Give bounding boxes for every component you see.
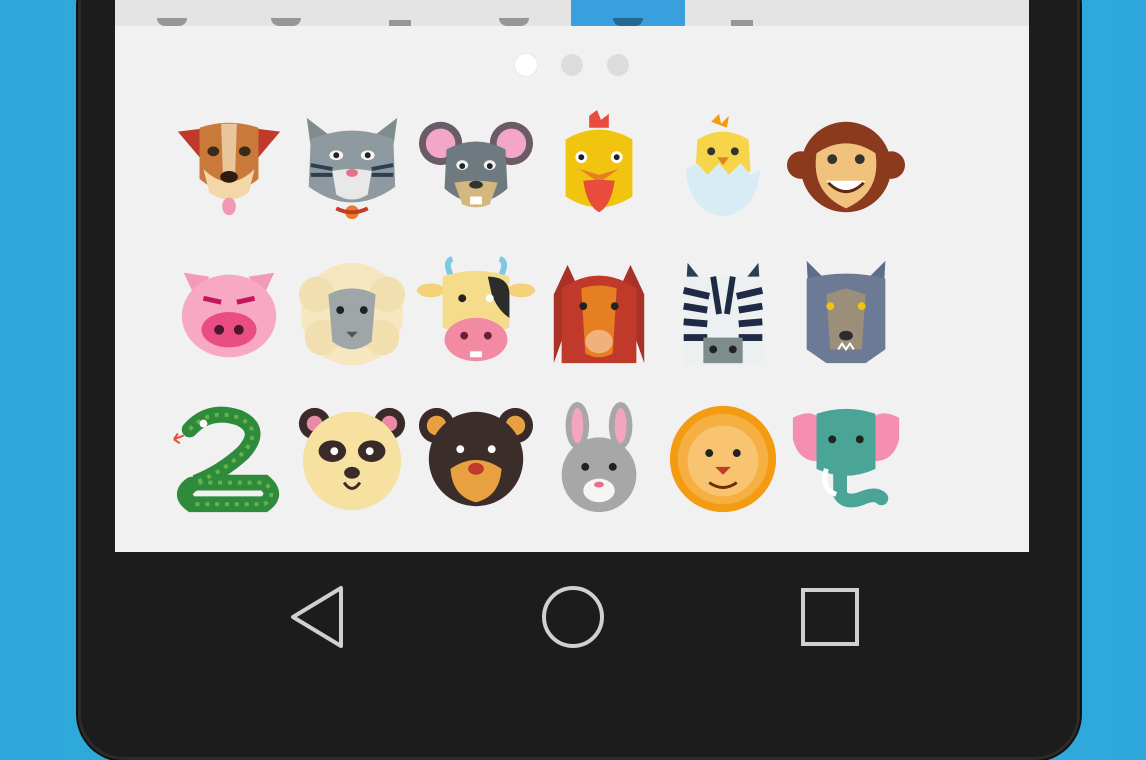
keyboard-screen — [115, 0, 1029, 552]
system-nav-bar — [0, 552, 1146, 716]
sticker-monkey[interactable] — [785, 96, 909, 241]
sticker-chick[interactable] — [661, 96, 785, 241]
sticker-elephant[interactable] — [785, 386, 909, 531]
dog-icon — [177, 122, 280, 215]
sticker-mouse[interactable] — [414, 96, 538, 241]
rabbit-icon — [561, 401, 637, 512]
page-dot-3[interactable] — [607, 54, 629, 76]
object-icon — [389, 20, 411, 26]
tab-misc[interactable] — [799, 0, 913, 26]
wolf-icon — [806, 260, 886, 363]
cow-icon — [416, 255, 535, 361]
sticker-grid — [167, 96, 979, 531]
panda-icon — [299, 407, 406, 510]
lion-icon — [669, 405, 776, 512]
sticker-rabbit[interactable] — [538, 386, 662, 531]
sticker-panda[interactable] — [291, 386, 415, 531]
tab-symbols[interactable] — [685, 0, 799, 26]
sticker-snake[interactable] — [167, 386, 291, 531]
zebra-icon — [682, 262, 763, 365]
back-triangle-icon — [291, 586, 343, 648]
recents-square-icon — [801, 588, 859, 646]
page-dot-2[interactable] — [561, 54, 583, 76]
sheep-icon — [299, 262, 406, 365]
cat-icon — [307, 117, 398, 219]
recent-icon — [157, 18, 187, 26]
snake-icon — [172, 406, 279, 512]
emoji-icon — [271, 18, 301, 26]
sticker-cat[interactable] — [291, 96, 415, 241]
sticker-sheep[interactable] — [291, 241, 415, 386]
tab-animals[interactable] — [571, 0, 685, 26]
bear-icon — [418, 407, 533, 506]
sticker-zebra[interactable] — [661, 241, 785, 386]
tab-emoji[interactable] — [229, 0, 343, 26]
sticker-cow[interactable] — [414, 241, 538, 386]
chick-icon — [685, 113, 761, 216]
page-indicator — [115, 54, 1029, 76]
home-button[interactable] — [538, 582, 608, 652]
sticker-rooster[interactable] — [538, 96, 662, 241]
sticker-dog[interactable] — [167, 96, 291, 241]
sticker-bear[interactable] — [414, 386, 538, 531]
sticker-pig[interactable] — [167, 241, 291, 386]
category-tab-bar — [115, 0, 1029, 26]
horse-icon — [554, 264, 645, 363]
rooster-icon — [565, 109, 633, 212]
recents-button[interactable] — [795, 582, 865, 652]
tab-more[interactable] — [913, 0, 1027, 26]
page-dot-1[interactable] — [515, 54, 537, 76]
nature-icon — [499, 18, 529, 26]
mouse-icon — [418, 121, 533, 207]
elephant-icon — [793, 408, 900, 507]
pig-icon — [181, 272, 276, 357]
symbols-icon — [731, 20, 753, 26]
tab-nature[interactable] — [457, 0, 571, 26]
home-circle-icon — [542, 586, 604, 648]
monkey-icon — [787, 121, 906, 212]
sticker-lion[interactable] — [661, 386, 785, 531]
sticker-wolf[interactable] — [785, 241, 909, 386]
tab-objects[interactable] — [343, 0, 457, 26]
sticker-horse[interactable] — [538, 241, 662, 386]
tab-recent[interactable] — [115, 0, 229, 26]
animals-icon — [613, 18, 643, 26]
back-button[interactable] — [283, 582, 353, 652]
